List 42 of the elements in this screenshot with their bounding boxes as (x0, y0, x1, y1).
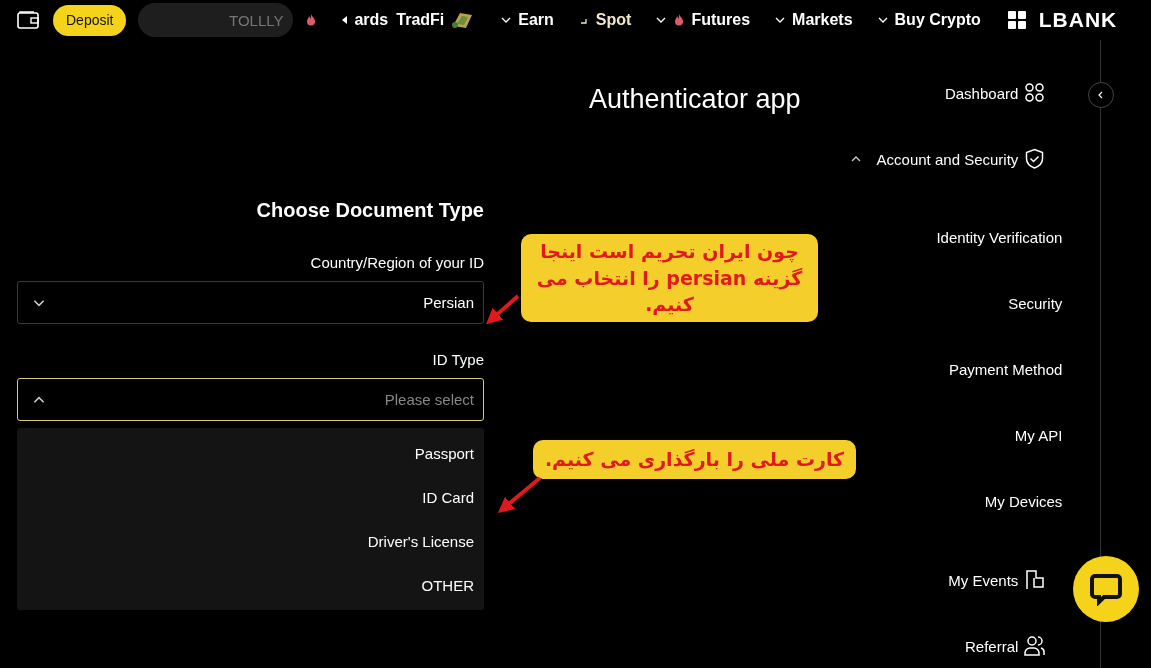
sidebar-item[interactable]: Payment Method (948, 360, 1063, 378)
nav-link[interactable]: ards (354, 11, 389, 29)
search-field[interactable]: TOLLLY (138, 3, 294, 37)
dropdown-option[interactable]: OTHER (17, 563, 484, 607)
deposit-button[interactable]: Deposit (53, 4, 127, 36)
sidebar-item[interactable]: My API (1014, 426, 1063, 444)
chat-icon (1089, 572, 1123, 606)
field-label: Country/Region of your ID (309, 254, 484, 271)
callout: کارت ملی را بارگذاری می کنیم. (533, 440, 856, 479)
collapse-button[interactable] (1088, 82, 1115, 108)
nav-link[interactable]: Futures (691, 11, 751, 29)
field-label: ID Type (431, 351, 484, 368)
page-title: Authenticator app (588, 84, 801, 115)
sidebar-item[interactable]: Referral (964, 637, 1019, 655)
callout: چون ایران تحریم است اینجا گزینه persian را انتخاب می کنیم. (521, 234, 818, 322)
flag-icon (1024, 569, 1047, 591)
select-field[interactable]: Please select (17, 378, 484, 421)
sidebar-item[interactable]: Security (1008, 294, 1063, 312)
wallet-icon (17, 11, 39, 29)
select-field[interactable]: Persian (17, 281, 484, 324)
dropdown-option[interactable]: Passport (17, 431, 484, 475)
dropdown-option[interactable]: ID Card (17, 475, 484, 519)
nav-link[interactable]: Spot (595, 11, 632, 29)
flame-icon (673, 13, 686, 27)
sidebar-item[interactable]: Dashboard (944, 84, 1019, 102)
people-icon (1024, 635, 1047, 657)
logo[interactable]: LBANK (1038, 8, 1118, 32)
sidebar-item[interactable]: Account and Security (876, 150, 1019, 168)
nav-link[interactable]: TradFi (396, 11, 445, 29)
form-title: Choose Document Type (255, 199, 484, 222)
nav-link[interactable]: Markets (792, 11, 853, 29)
sidebar-item[interactable]: Identity Verification (936, 228, 1063, 246)
dashboard-icon (1024, 82, 1047, 104)
grid-icon (1006, 10, 1027, 30)
caret-left-icon (341, 15, 349, 25)
nav-link[interactable]: Buy Crypto (894, 11, 981, 29)
dropdown-option[interactable]: Driver's License (17, 519, 484, 563)
sidebar-item[interactable]: My Events (948, 571, 1019, 589)
sidebar-item[interactable]: My Devices (984, 492, 1063, 510)
nav-link[interactable]: Earn (518, 11, 554, 29)
search-text: TOLLLY (229, 11, 284, 29)
flame-icon (305, 13, 318, 27)
